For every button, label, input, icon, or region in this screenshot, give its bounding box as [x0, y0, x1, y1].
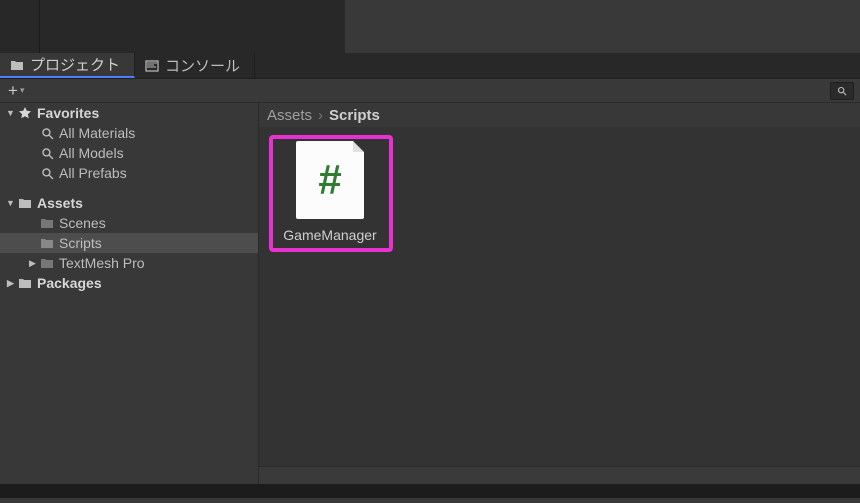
tree-packages[interactable]: ▶ Packages: [0, 273, 258, 293]
folder-icon: [17, 195, 33, 211]
tree-label: Scripts: [59, 235, 102, 251]
tree-folder-scenes[interactable]: Scenes: [0, 213, 258, 233]
tree-label: TextMesh Pro: [59, 255, 145, 271]
tab-project[interactable]: プロジェクト: [0, 53, 135, 78]
script-icon: #: [296, 141, 364, 219]
star-icon: [17, 105, 33, 121]
asset-grid[interactable]: # GameManager: [259, 127, 860, 466]
tree-label: Packages: [37, 275, 102, 291]
tree-label: Scenes: [59, 215, 106, 231]
tree-label: All Prefabs: [59, 165, 127, 181]
tree-favorites-item[interactable]: All Materials: [0, 123, 258, 143]
folder-icon: [17, 275, 33, 291]
chevron-down-icon: ▼: [4, 108, 17, 118]
project-tree: ▼ Favorites All Materials All Models: [0, 103, 259, 484]
tree-favorites[interactable]: ▼ Favorites: [0, 103, 258, 123]
search-icon: [39, 145, 55, 161]
tree-folder-textmeshpro[interactable]: ▶ TextMesh Pro: [0, 253, 258, 273]
tree-favorites-item[interactable]: All Prefabs: [0, 163, 258, 183]
tab-console[interactable]: コンソール: [135, 53, 255, 78]
chevron-right-icon: ›: [318, 107, 323, 124]
folder-icon: [10, 58, 24, 72]
tab-project-label: プロジェクト: [30, 54, 120, 75]
search-button[interactable]: [830, 82, 854, 100]
console-icon: [145, 59, 159, 73]
footer-bar: [259, 466, 860, 484]
search-icon: [39, 125, 55, 141]
search-icon: [837, 86, 847, 96]
tree-folder-scripts[interactable]: Scripts: [0, 233, 258, 253]
chevron-down-icon: ▾: [20, 85, 25, 96]
breadcrumb: Assets › Scripts: [259, 103, 860, 127]
add-button[interactable]: + ▾: [8, 81, 24, 101]
plus-icon: +: [8, 81, 18, 101]
folder-icon: [39, 215, 55, 231]
status-bar: [0, 484, 860, 498]
tree-assets[interactable]: ▼ Assets: [0, 193, 258, 213]
tree-label: All Materials: [59, 125, 135, 141]
asset-gamemanager[interactable]: # GameManager: [273, 141, 387, 243]
folder-icon: [39, 235, 55, 251]
chevron-right-icon: ▶: [26, 258, 39, 269]
tree-label: Favorites: [37, 105, 99, 121]
tree-favorites-item[interactable]: All Models: [0, 143, 258, 163]
breadcrumb-root[interactable]: Assets: [267, 107, 312, 124]
hash-icon: #: [318, 156, 341, 204]
tree-label: Assets: [37, 195, 83, 211]
chevron-down-icon: ▼: [4, 198, 17, 208]
chevron-right-icon: ▶: [4, 278, 17, 289]
folder-icon: [39, 255, 55, 271]
tree-label: All Models: [59, 145, 124, 161]
breadcrumb-current[interactable]: Scripts: [329, 107, 380, 124]
tab-console-label: コンソール: [165, 55, 240, 76]
asset-label: GameManager: [283, 227, 376, 243]
search-icon: [39, 165, 55, 181]
